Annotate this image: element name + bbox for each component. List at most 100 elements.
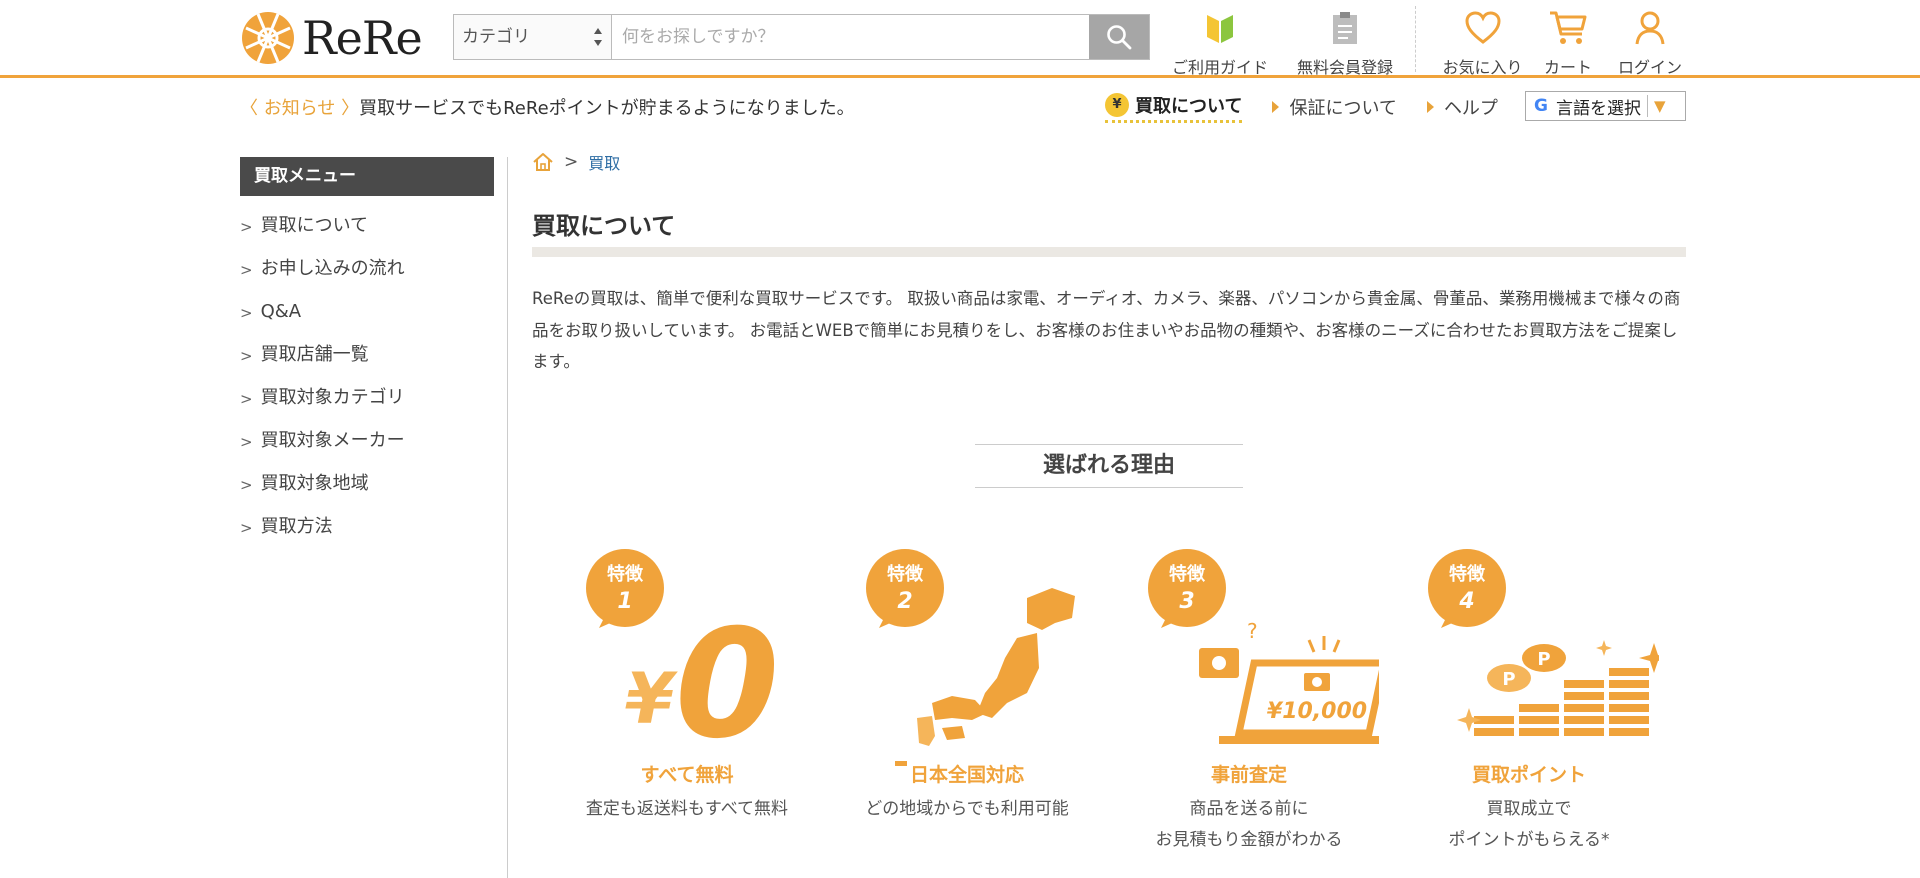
- sidebar-item-label: お申し込みの流れ: [260, 258, 405, 279]
- cart-icon: [1550, 11, 1587, 44]
- sidebar: 買取メニュー > 買取について > お申し込みの流れ > Q&A > 買取店舗一覧 > 買…: [240, 157, 494, 554]
- subnav-help[interactable]: ヘルプ: [1426, 94, 1498, 120]
- sidebar-item-categories[interactable]: > 買取対象カテゴリ: [240, 382, 494, 425]
- sidebar-item-label: 買取対象カテゴリ: [260, 387, 405, 408]
- sidebar-item-about[interactable]: > 買取について: [240, 210, 494, 253]
- site-header: ReRe カテゴリ ご利用ガイド: [0, 0, 1920, 78]
- sidebar-item-label: 買取について: [260, 215, 369, 236]
- chevron-right-icon: >: [240, 519, 253, 537]
- category-select-label: カテゴリ: [462, 27, 530, 47]
- subnav-warranty-label: 保証について: [1289, 98, 1397, 119]
- language-select-label: 言語を選択: [1556, 98, 1641, 119]
- nav-cart[interactable]: カート: [1536, 8, 1600, 78]
- title-underline: [532, 247, 1686, 257]
- feature-title: すべて無料: [640, 764, 734, 786]
- sidebar-item-label: 買取対象メーカー: [260, 430, 405, 451]
- sidebar-item-stores[interactable]: > 買取店舗一覧: [240, 339, 494, 382]
- header-divider: [1415, 6, 1416, 72]
- category-select[interactable]: カテゴリ: [454, 15, 612, 59]
- sidebar-item-label: 買取店舗一覧: [260, 344, 369, 365]
- svg-text:特徴: 特徴: [1449, 563, 1486, 585]
- logo-mark-icon: [242, 12, 294, 64]
- select-arrows-icon: [594, 28, 602, 46]
- subnav-kaitori-label: 買取について: [1135, 95, 1243, 117]
- sidebar-item-label: 買取対象地域: [260, 473, 369, 494]
- sidebar-item-makers[interactable]: > 買取対象メーカー: [240, 425, 494, 468]
- svg-text:1: 1: [617, 589, 632, 614]
- sub-navigation: ¥ 買取について 保証について ヘルプ: [1105, 90, 1528, 124]
- nav-favorites[interactable]: お気に入り: [1435, 8, 1530, 78]
- triangle-right-icon: [1272, 101, 1280, 113]
- notice-bar[interactable]: 〈 お知らせ 〉買取サービスでもReReポイントが貯まるようになりました。: [240, 94, 855, 120]
- heart-icon: [1464, 11, 1501, 44]
- search-input[interactable]: [612, 15, 1089, 59]
- feature-title: 日本全国対応: [909, 764, 1024, 786]
- sidebar-item-qa[interactable]: > Q&A: [240, 296, 494, 339]
- feature-badge-3: 特徴 3: [1148, 549, 1226, 628]
- language-select[interactable]: G 言語を選択 ▼: [1525, 91, 1686, 121]
- feature-description: 商品を送る前に お見積もり金額がわかる: [1155, 799, 1343, 850]
- sidebar-item-methods[interactable]: > 買取方法: [240, 511, 494, 554]
- breadcrumb: > 買取: [532, 150, 620, 174]
- google-icon: G: [1534, 96, 1548, 116]
- svg-text:?: ?: [1247, 619, 1258, 643]
- subnav-help-label: ヘルプ: [1443, 98, 1498, 119]
- chevron-right-icon: >: [240, 218, 253, 236]
- svg-text:特徴: 特徴: [887, 563, 924, 585]
- feature-description: 査定も返送料もすべて無料: [585, 799, 789, 819]
- chevron-right-icon: >: [240, 304, 253, 322]
- svg-text:特徴: 特徴: [607, 563, 644, 585]
- nav-favorites-label: お気に入り: [1442, 58, 1523, 77]
- triangle-right-icon: [1426, 101, 1434, 113]
- home-icon[interactable]: [532, 152, 554, 172]
- search-button[interactable]: [1089, 15, 1149, 59]
- section-heading: 選ばれる理由: [975, 444, 1243, 488]
- sidebar-item-label: 買取方法: [260, 516, 333, 537]
- sidebar-menu: > 買取について > お申し込みの流れ > Q&A > 買取店舗一覧 > 買取対象カテゴリ…: [240, 210, 494, 554]
- sidebar-divider: [507, 157, 508, 878]
- page-title: 買取について: [532, 212, 676, 240]
- svg-text:P: P: [1537, 649, 1550, 670]
- nav-login[interactable]: ログイン: [1608, 8, 1692, 78]
- user-icon: [1635, 11, 1665, 45]
- leaf-icon: [1207, 15, 1233, 43]
- feature-badge-1: 特徴 1: [586, 549, 664, 628]
- yen-icon: ¥: [1105, 92, 1129, 117]
- site-logo[interactable]: ReRe: [240, 10, 423, 66]
- feature-title: 事前査定: [1210, 764, 1287, 786]
- svg-text:特徴: 特徴: [1169, 563, 1206, 585]
- sidebar-item-label: Q&A: [260, 301, 302, 322]
- subnav-warranty[interactable]: 保証について: [1272, 94, 1397, 120]
- feature-description: どの地域からでも利用可能: [865, 799, 1069, 819]
- breadcrumb-separator: >: [564, 152, 579, 172]
- clipboard-icon: [1333, 12, 1357, 44]
- notice-text: 買取サービスでもReReポイントが貯まるようになりました。: [359, 98, 855, 119]
- intro-text: ReReの買取は、簡単で便利な買取サービスです。 取扱い商品は家電、オーディオ、…: [532, 289, 1681, 371]
- nav-register[interactable]: 無料会員登録: [1290, 8, 1400, 78]
- nav-register-label: 無料会員登録: [1296, 58, 1393, 77]
- svg-text:P: P: [1502, 669, 1515, 690]
- logo-wordmark: ReRe: [302, 11, 423, 65]
- search-bar: カテゴリ: [453, 14, 1150, 60]
- chevron-right-icon: >: [240, 390, 253, 408]
- nav-login-label: ログイン: [1617, 58, 1682, 77]
- sidebar-item-flow[interactable]: > お申し込みの流れ: [240, 253, 494, 296]
- svg-text:¥10,000: ¥10,000: [1267, 699, 1367, 724]
- svg-text:2: 2: [897, 589, 912, 614]
- feature-title: 買取ポイント: [1471, 764, 1586, 786]
- chevron-right-icon: >: [240, 476, 253, 494]
- chevron-right-icon: >: [240, 347, 253, 365]
- subnav-kaitori[interactable]: ¥ 買取について: [1105, 92, 1243, 123]
- sidebar-item-regions[interactable]: > 買取対象地域: [240, 468, 494, 511]
- svg-text:¥: ¥: [625, 658, 678, 740]
- feature-badge-4: 特徴 4: [1428, 549, 1506, 628]
- chevron-right-icon: >: [240, 261, 253, 279]
- nav-guide[interactable]: ご利用ガイド: [1170, 8, 1270, 78]
- dropdown-arrow-icon: ▼: [1654, 97, 1666, 115]
- svg-text:0: 0: [675, 598, 779, 772]
- nav-cart-label: カート: [1543, 58, 1592, 77]
- breadcrumb-current[interactable]: 買取: [588, 150, 620, 174]
- notice-tag: 〈 お知らせ 〉: [240, 98, 360, 119]
- feature-description: 買取成立で ポイントがもらえる*: [1448, 799, 1610, 850]
- search-icon: [1107, 25, 1132, 50]
